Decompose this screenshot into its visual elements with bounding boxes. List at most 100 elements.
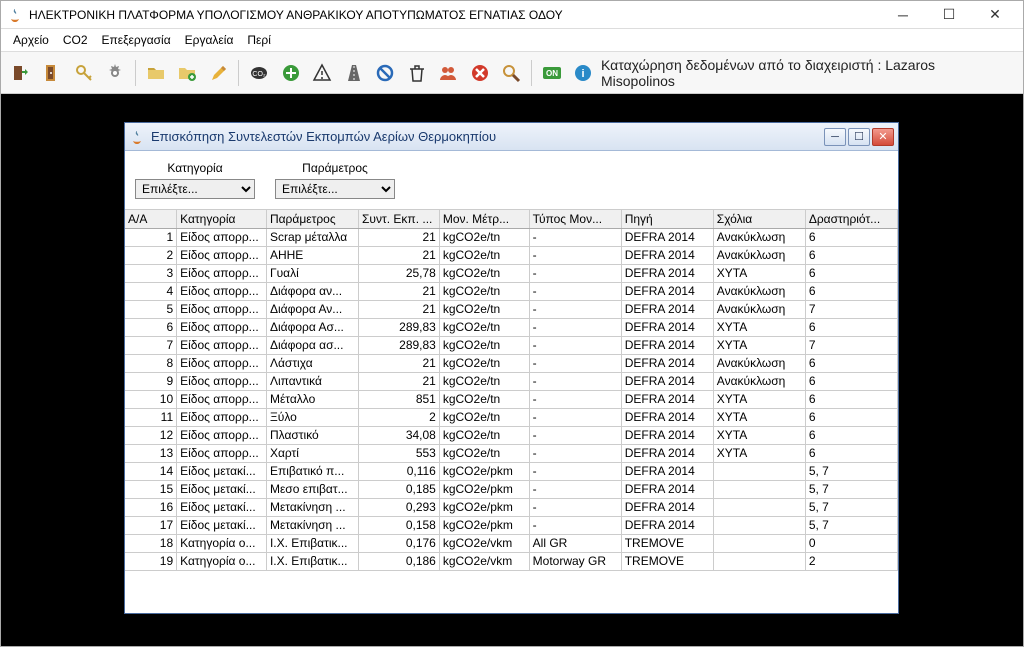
inner-minimize-button[interactable]: ─ bbox=[824, 128, 846, 146]
cell-cat: Είδος απορρ... bbox=[177, 390, 267, 408]
menu-co2[interactable]: CO2 bbox=[57, 31, 94, 49]
cell-cat: Είδος απορρ... bbox=[177, 354, 267, 372]
cell-com: Ανακύκλωση bbox=[713, 354, 805, 372]
warning-icon[interactable] bbox=[308, 59, 336, 87]
table-row[interactable]: 11Είδος απορρ...Ξύλο2kgCO2e/tn-DEFRA 201… bbox=[125, 408, 898, 426]
cell-src: DEFRA 2014 bbox=[621, 498, 713, 516]
cell-par: Μετακίνηση ... bbox=[266, 516, 358, 534]
folder-add-icon[interactable] bbox=[173, 59, 201, 87]
main-titlebar: ΗΛΕΚΤΡΟΝΙΚΗ ΠΛΑΤΦΟΡΜΑ ΥΠΟΛΟΓΙΣΜΟΥ ΑΝΘΡΑΚ… bbox=[1, 1, 1023, 29]
table-row[interactable]: 1Είδος απορρ...Scrap μέταλλα21kgCO2e/tn-… bbox=[125, 228, 898, 246]
cell-syn: 21 bbox=[359, 372, 440, 390]
close-button[interactable]: ✕ bbox=[973, 3, 1017, 27]
col-header[interactable]: Τύπος Μον... bbox=[529, 210, 621, 228]
table-row[interactable]: 12Είδος απορρ...Πλαστικό34,08kgCO2e/tn-D… bbox=[125, 426, 898, 444]
status-admin-label: Καταχώρηση δεδομένων από το διαχειριστή … bbox=[601, 57, 1005, 89]
search-icon[interactable] bbox=[497, 59, 525, 87]
cell-syn: 25,78 bbox=[359, 264, 440, 282]
col-header[interactable]: Μον. Μέτρ... bbox=[439, 210, 529, 228]
cell-act: 5, 7 bbox=[805, 480, 897, 498]
col-header[interactable]: Δραστηριότ... bbox=[805, 210, 897, 228]
menu-περί[interactable]: Περί bbox=[241, 31, 277, 49]
table-row[interactable]: 7Είδος απορρ...Διάφορα ασ...289,83kgCO2e… bbox=[125, 336, 898, 354]
cell-aa: 13 bbox=[125, 444, 177, 462]
cell-syn: 34,08 bbox=[359, 426, 440, 444]
category-filter-select[interactable]: Επιλέξτε... bbox=[135, 179, 255, 199]
table-row[interactable]: 13Είδος απορρ...Χαρτί553kgCO2e/tn-DEFRA … bbox=[125, 444, 898, 462]
cell-typ: - bbox=[529, 264, 621, 282]
cell-act: 6 bbox=[805, 246, 897, 264]
door-icon[interactable] bbox=[39, 59, 67, 87]
key-icon[interactable] bbox=[70, 59, 98, 87]
info-icon[interactable]: i bbox=[569, 59, 597, 87]
cell-syn: 21 bbox=[359, 300, 440, 318]
cell-src: DEFRA 2014 bbox=[621, 462, 713, 480]
inner-close-button[interactable]: ✕ bbox=[872, 128, 894, 146]
cell-syn: 289,83 bbox=[359, 336, 440, 354]
trash-icon[interactable] bbox=[403, 59, 431, 87]
col-header[interactable]: Συντ. Εκπ. ... bbox=[359, 210, 440, 228]
col-header[interactable]: Κατηγορία bbox=[177, 210, 267, 228]
main-title: ΗΛΕΚΤΡΟΝΙΚΗ ΠΛΑΤΦΟΡΜΑ ΥΠΟΛΟΓΙΣΜΟΥ ΑΝΘΡΑΚ… bbox=[29, 8, 563, 22]
cell-typ: - bbox=[529, 516, 621, 534]
cell-src: DEFRA 2014 bbox=[621, 480, 713, 498]
col-header[interactable]: Παράμετρος bbox=[266, 210, 358, 228]
cell-typ: - bbox=[529, 390, 621, 408]
cell-src: DEFRA 2014 bbox=[621, 390, 713, 408]
cell-mon: kgCO2e/pkm bbox=[439, 462, 529, 480]
table-row[interactable]: 3Είδος απορρ...Γυαλί25,78kgCO2e/tn-DEFRA… bbox=[125, 264, 898, 282]
road-icon[interactable] bbox=[340, 59, 368, 87]
maximize-button[interactable]: ☐ bbox=[927, 3, 971, 27]
cell-typ: - bbox=[529, 246, 621, 264]
exit-icon[interactable] bbox=[7, 59, 35, 87]
table-row[interactable]: 4Είδος απορρ...Διάφορα αν...21kgCO2e/tn-… bbox=[125, 282, 898, 300]
minimize-button[interactable]: ─ bbox=[881, 3, 925, 27]
gear-icon[interactable] bbox=[102, 59, 130, 87]
plus-green-icon[interactable] bbox=[277, 59, 305, 87]
table-row[interactable]: 10Είδος απορρ...Μέταλλο851kgCO2e/tn-DEFR… bbox=[125, 390, 898, 408]
cell-com: ΧΥΤΑ bbox=[713, 264, 805, 282]
table-row[interactable]: 6Είδος απορρ...Διάφορα Ασ...289,83kgCO2e… bbox=[125, 318, 898, 336]
ban-blue-icon[interactable] bbox=[371, 59, 399, 87]
table-row[interactable]: 8Είδος απορρ...Λάστιχα21kgCO2e/tn-DEFRA … bbox=[125, 354, 898, 372]
on-icon[interactable]: ON bbox=[538, 59, 566, 87]
col-header[interactable]: Πηγή bbox=[621, 210, 713, 228]
table-row[interactable]: 9Είδος απορρ...Λιπαντικά21kgCO2e/tn-DEFR… bbox=[125, 372, 898, 390]
col-header[interactable]: Σχόλια bbox=[713, 210, 805, 228]
ban-red-icon[interactable] bbox=[466, 59, 494, 87]
table-row[interactable]: 19Κατηγορία ο...Ι.Χ. Επιβατικ...0,186kgC… bbox=[125, 552, 898, 570]
pencil-icon[interactable] bbox=[205, 59, 233, 87]
inner-maximize-button[interactable]: ☐ bbox=[848, 128, 870, 146]
cell-com: Ανακύκλωση bbox=[713, 246, 805, 264]
cell-typ: - bbox=[529, 300, 621, 318]
cell-syn: 0,186 bbox=[359, 552, 440, 570]
menu-αρχείο[interactable]: Αρχείο bbox=[7, 31, 55, 49]
table-row[interactable]: 2Είδος απορρ...ΑΗΗΕ21kgCO2e/tn-DEFRA 201… bbox=[125, 246, 898, 264]
cell-typ: - bbox=[529, 336, 621, 354]
menu-επεξεργασία[interactable]: Επεξεργασία bbox=[96, 31, 177, 49]
factors-table-scroll[interactable]: Α/ΑΚατηγορίαΠαράμετροςΣυντ. Εκπ. ...Μον.… bbox=[125, 210, 898, 613]
menu-εργαλεία[interactable]: Εργαλεία bbox=[179, 31, 240, 49]
cell-syn: 0,185 bbox=[359, 480, 440, 498]
cell-cat: Είδος απορρ... bbox=[177, 300, 267, 318]
table-row[interactable]: 18Κατηγορία ο...Ι.Χ. Επιβατικ...0,176kgC… bbox=[125, 534, 898, 552]
table-row[interactable]: 17Είδος μετακί...Μετακίνηση ...0,158kgCO… bbox=[125, 516, 898, 534]
cell-mon: kgCO2e/tn bbox=[439, 354, 529, 372]
table-row[interactable]: 14Είδος μετακί...Επιβατικό π...0,116kgCO… bbox=[125, 462, 898, 480]
cell-com bbox=[713, 552, 805, 570]
cell-par: Επιβατικό π... bbox=[266, 462, 358, 480]
table-row[interactable]: 5Είδος απορρ...Διάφορα Αν...21kgCO2e/tn-… bbox=[125, 300, 898, 318]
col-header[interactable]: Α/Α bbox=[125, 210, 177, 228]
table-row[interactable]: 16Είδος μετακί...Μετακίνηση ...0,293kgCO… bbox=[125, 498, 898, 516]
cell-com: ΧΥΤΑ bbox=[713, 408, 805, 426]
cell-par: Λάστιχα bbox=[266, 354, 358, 372]
table-row[interactable]: 15Είδος μετακί...Μεσο επιβατ...0,185kgCO… bbox=[125, 480, 898, 498]
cell-aa: 19 bbox=[125, 552, 177, 570]
cell-mon: kgCO2e/pkm bbox=[439, 498, 529, 516]
co2-icon[interactable]: CO₂ bbox=[245, 59, 273, 87]
folder-icon[interactable] bbox=[142, 59, 170, 87]
parameter-filter-select[interactable]: Επιλέξτε... bbox=[275, 179, 395, 199]
people-icon[interactable] bbox=[434, 59, 462, 87]
cell-aa: 2 bbox=[125, 246, 177, 264]
cell-aa: 9 bbox=[125, 372, 177, 390]
